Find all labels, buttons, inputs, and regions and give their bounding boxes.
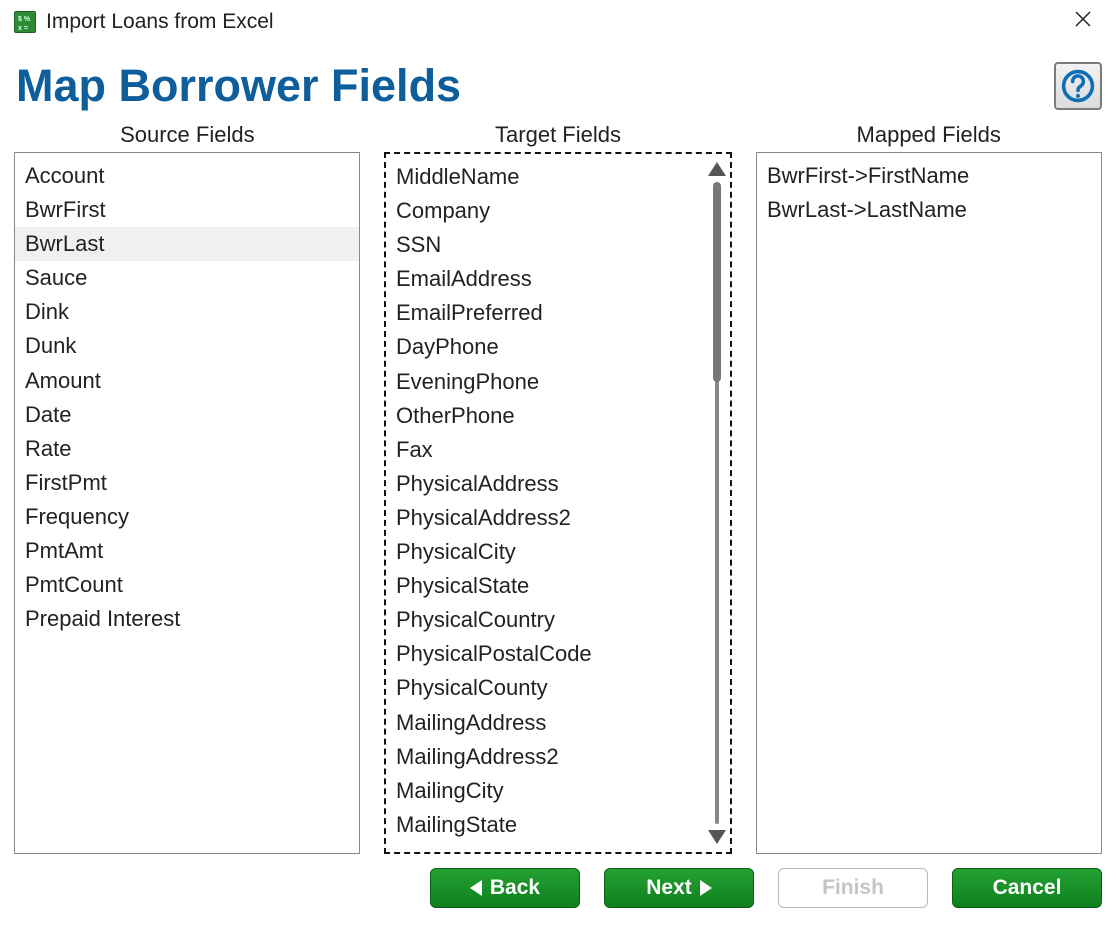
list-item[interactable]: MailingCity — [386, 774, 730, 808]
list-item[interactable]: MailingState — [386, 808, 730, 842]
list-item[interactable]: EmailAddress — [386, 262, 730, 296]
list-item[interactable]: Amount — [15, 364, 359, 398]
finish-button: Finish — [778, 868, 928, 908]
list-item[interactable]: BwrFirst — [15, 193, 359, 227]
list-item[interactable]: Company — [386, 194, 730, 228]
next-button[interactable]: Next — [604, 868, 754, 908]
list-item[interactable]: MailingAddress2 — [386, 740, 730, 774]
list-item[interactable]: PhysicalCounty — [386, 671, 730, 705]
source-fields-list[interactable]: AccountBwrFirstBwrLastSauceDinkDunkAmoun… — [14, 152, 360, 854]
cancel-button-label: Cancel — [993, 876, 1062, 900]
list-item[interactable]: Sauce — [15, 261, 359, 295]
target-fields-header: Target Fields — [385, 122, 732, 148]
cancel-button[interactable]: Cancel — [952, 868, 1102, 908]
scroll-up-arrow-icon[interactable] — [708, 162, 726, 176]
mapped-fields-header: Mapped Fields — [755, 122, 1102, 148]
list-item[interactable]: EmailPreferred — [386, 296, 730, 330]
help-button[interactable] — [1054, 62, 1102, 110]
list-item[interactable]: PhysicalState — [386, 569, 730, 603]
target-fields-list[interactable]: MiddleNameCompanySSNEmailAddressEmailPre… — [384, 152, 732, 854]
list-item[interactable]: Date — [15, 398, 359, 432]
list-item[interactable]: MailingAddress — [386, 706, 730, 740]
back-button[interactable]: Back — [430, 868, 580, 908]
list-item[interactable]: EveningPhone — [386, 365, 730, 399]
list-item[interactable]: BwrFirst->FirstName — [757, 159, 1101, 193]
source-fields-header: Source Fields — [14, 122, 361, 148]
list-item[interactable]: BwrLast — [15, 227, 359, 261]
triangle-right-icon — [700, 880, 712, 896]
list-item[interactable]: Fax — [386, 433, 730, 467]
close-icon — [1074, 10, 1092, 28]
page-title: Map Borrower Fields — [14, 60, 461, 112]
list-item[interactable]: Prepaid Interest — [15, 602, 359, 636]
back-button-label: Back — [490, 876, 540, 900]
list-item[interactable]: MiddleName — [386, 160, 730, 194]
list-item[interactable]: Frequency — [15, 500, 359, 534]
list-item[interactable]: PmtCount — [15, 568, 359, 602]
list-item[interactable]: Account — [15, 159, 359, 193]
triangle-left-icon — [470, 880, 482, 896]
list-item[interactable]: Dunk — [15, 329, 359, 363]
list-item[interactable]: PhysicalAddress — [386, 467, 730, 501]
list-item[interactable]: BwrLast->LastName — [757, 193, 1101, 227]
app-icon: $ % x = — [14, 11, 36, 33]
titlebar: $ % x = Import Loans from Excel — [0, 0, 1116, 44]
close-button[interactable] — [1074, 10, 1098, 34]
list-item[interactable]: PhysicalCountry — [386, 603, 730, 637]
window-title: Import Loans from Excel — [46, 10, 274, 34]
mapped-fields-list[interactable]: BwrFirst->FirstNameBwrLast->LastName — [756, 152, 1102, 854]
list-item[interactable]: PhysicalCity — [386, 535, 730, 569]
svg-text:x =: x = — [18, 25, 28, 32]
list-item[interactable]: PhysicalPostalCode — [386, 637, 730, 671]
list-item[interactable]: DayPhone — [386, 330, 730, 364]
list-item[interactable]: FirstPmt — [15, 466, 359, 500]
list-item[interactable]: OtherPhone — [386, 399, 730, 433]
finish-button-label: Finish — [822, 876, 884, 900]
list-item[interactable]: Rate — [15, 432, 359, 466]
list-item[interactable]: PhysicalAddress2 — [386, 501, 730, 535]
list-item[interactable]: Dink — [15, 295, 359, 329]
list-item[interactable]: PmtAmt — [15, 534, 359, 568]
scrollbar[interactable] — [708, 162, 726, 844]
svg-text:$ %: $ % — [18, 16, 31, 23]
list-item[interactable]: SSN — [386, 228, 730, 262]
scroll-down-arrow-icon[interactable] — [708, 830, 726, 844]
next-button-label: Next — [646, 876, 692, 900]
scroll-thumb[interactable] — [713, 182, 721, 382]
help-icon — [1060, 68, 1096, 104]
